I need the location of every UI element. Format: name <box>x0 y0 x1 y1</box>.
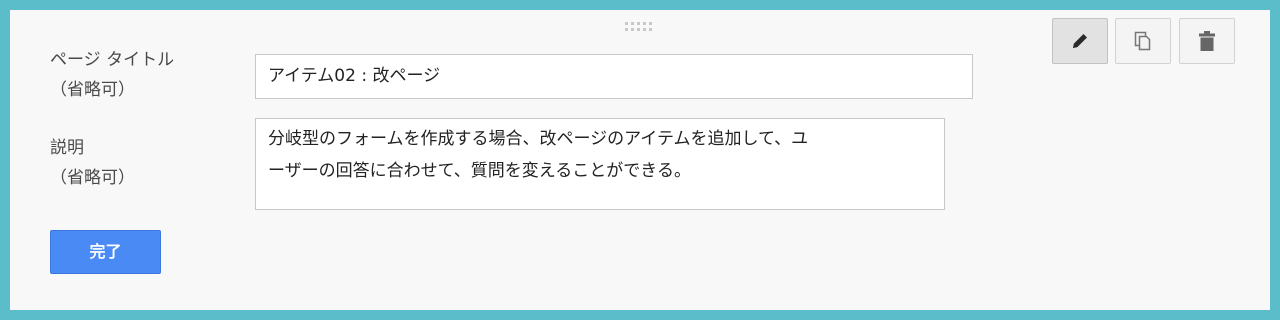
done-button[interactable]: 完了 <box>50 230 161 274</box>
pencil-icon <box>1070 31 1090 51</box>
copy-icon <box>1133 30 1153 52</box>
description-label-optional: （省略可） <box>50 168 135 188</box>
page-title-label: ページ タイトル （省略可） <box>50 45 174 105</box>
page-title-label-optional: （省略可） <box>50 80 135 100</box>
page-title-label-main: ページ タイトル <box>50 50 175 70</box>
page-break-item-editor: ページ タイトル （省略可） アイテム02 : 改ページ 説明 （省略可） 分岐… <box>10 10 1270 310</box>
page-title-input[interactable]: アイテム02 : 改ページ <box>255 54 973 99</box>
description-label-main: 説明 <box>50 138 84 158</box>
description-line: ーザーの回答に合わせて、質問を変えることができる。 <box>268 161 691 181</box>
description-label: 説明 （省略可） <box>50 133 135 193</box>
duplicate-button[interactable] <box>1115 18 1171 64</box>
trash-icon <box>1198 30 1216 52</box>
edit-button[interactable] <box>1052 18 1108 64</box>
description-textarea[interactable]: 分岐型のフォームを作成する場合、改ページのアイテムを追加して、ユ ーザーの回答に… <box>255 118 945 210</box>
drag-handle[interactable] <box>625 22 655 34</box>
description-line: 分岐型のフォームを作成する場合、改ページのアイテムを追加して、ユ <box>268 129 809 149</box>
delete-button[interactable] <box>1179 18 1235 64</box>
